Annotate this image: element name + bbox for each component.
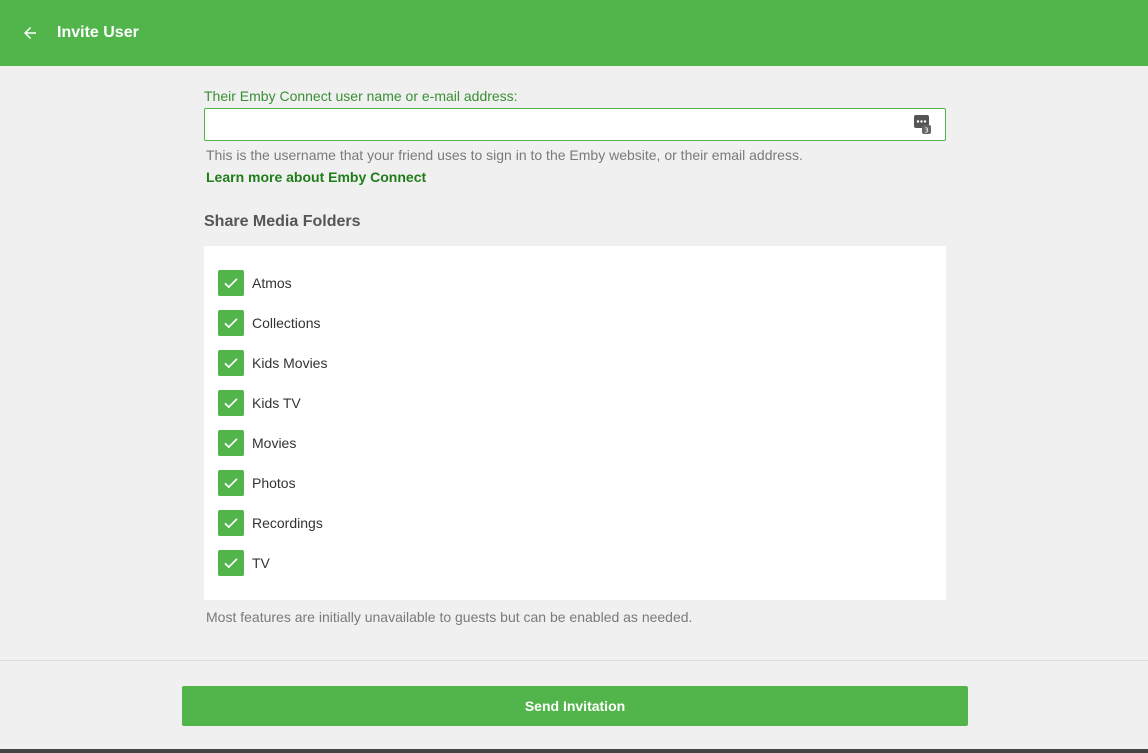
guest-features-note: Most features are initially unavailable … xyxy=(206,609,693,625)
checkbox-checked[interactable] xyxy=(218,430,244,456)
invite-form: Their Emby Connect user name or e-mail a… xyxy=(204,66,946,625)
folders-list: Atmos Collections Kids Movies Kids TV Mo… xyxy=(204,246,946,600)
folder-item-photos[interactable]: Photos xyxy=(218,463,946,503)
checkmark-icon xyxy=(224,278,238,289)
username-help-text: This is the username that your friend us… xyxy=(206,147,803,163)
folder-label: Kids Movies xyxy=(252,355,328,371)
back-button[interactable] xyxy=(19,22,41,44)
username-field-container: 3 xyxy=(204,108,946,141)
checkbox-checked[interactable] xyxy=(218,390,244,416)
app-header: Invite User xyxy=(0,0,1148,66)
checkbox-checked[interactable] xyxy=(218,270,244,296)
bottom-edge-bar xyxy=(0,749,1148,753)
username-label: Their Emby Connect user name or e-mail a… xyxy=(204,88,518,104)
checkmark-icon xyxy=(224,438,238,449)
folder-label: Kids TV xyxy=(252,395,301,411)
checkmark-icon xyxy=(224,358,238,369)
folder-item-recordings[interactable]: Recordings xyxy=(218,503,946,543)
share-folders-title: Share Media Folders xyxy=(204,213,361,230)
folder-label: Photos xyxy=(252,475,296,491)
checkmark-icon xyxy=(224,558,238,569)
folder-label: Recordings xyxy=(252,515,323,531)
checkbox-checked[interactable] xyxy=(218,350,244,376)
folder-item-movies[interactable]: Movies xyxy=(218,423,946,463)
checkbox-checked[interactable] xyxy=(218,310,244,336)
username-input[interactable] xyxy=(205,109,945,140)
footer-divider xyxy=(0,660,1148,661)
page-title: Invite User xyxy=(57,24,139,41)
password-manager-icon[interactable]: 3 xyxy=(914,115,932,135)
learn-more-link[interactable]: Learn more about Emby Connect xyxy=(206,169,946,185)
svg-text:3: 3 xyxy=(924,127,928,135)
checkmark-icon xyxy=(224,398,238,409)
checkbox-checked[interactable] xyxy=(218,550,244,576)
checkmark-icon xyxy=(224,318,238,329)
folder-item-collections[interactable]: Collections xyxy=(218,303,946,343)
folder-item-kids-tv[interactable]: Kids TV xyxy=(218,383,946,423)
checkbox-checked[interactable] xyxy=(218,510,244,536)
folder-label: TV xyxy=(252,555,270,571)
send-invitation-button[interactable]: Send Invitation xyxy=(182,686,968,726)
folder-item-kids-movies[interactable]: Kids Movies xyxy=(218,343,946,383)
folder-item-tv[interactable]: TV xyxy=(218,543,946,583)
folder-label: Atmos xyxy=(252,275,292,291)
folder-item-atmos[interactable]: Atmos xyxy=(218,263,946,303)
folder-label: Collections xyxy=(252,315,321,331)
checkbox-checked[interactable] xyxy=(218,470,244,496)
folder-label: Movies xyxy=(252,435,297,451)
checkmark-icon xyxy=(224,478,238,489)
checkmark-icon xyxy=(224,518,238,529)
arrow-left-icon xyxy=(24,27,36,39)
